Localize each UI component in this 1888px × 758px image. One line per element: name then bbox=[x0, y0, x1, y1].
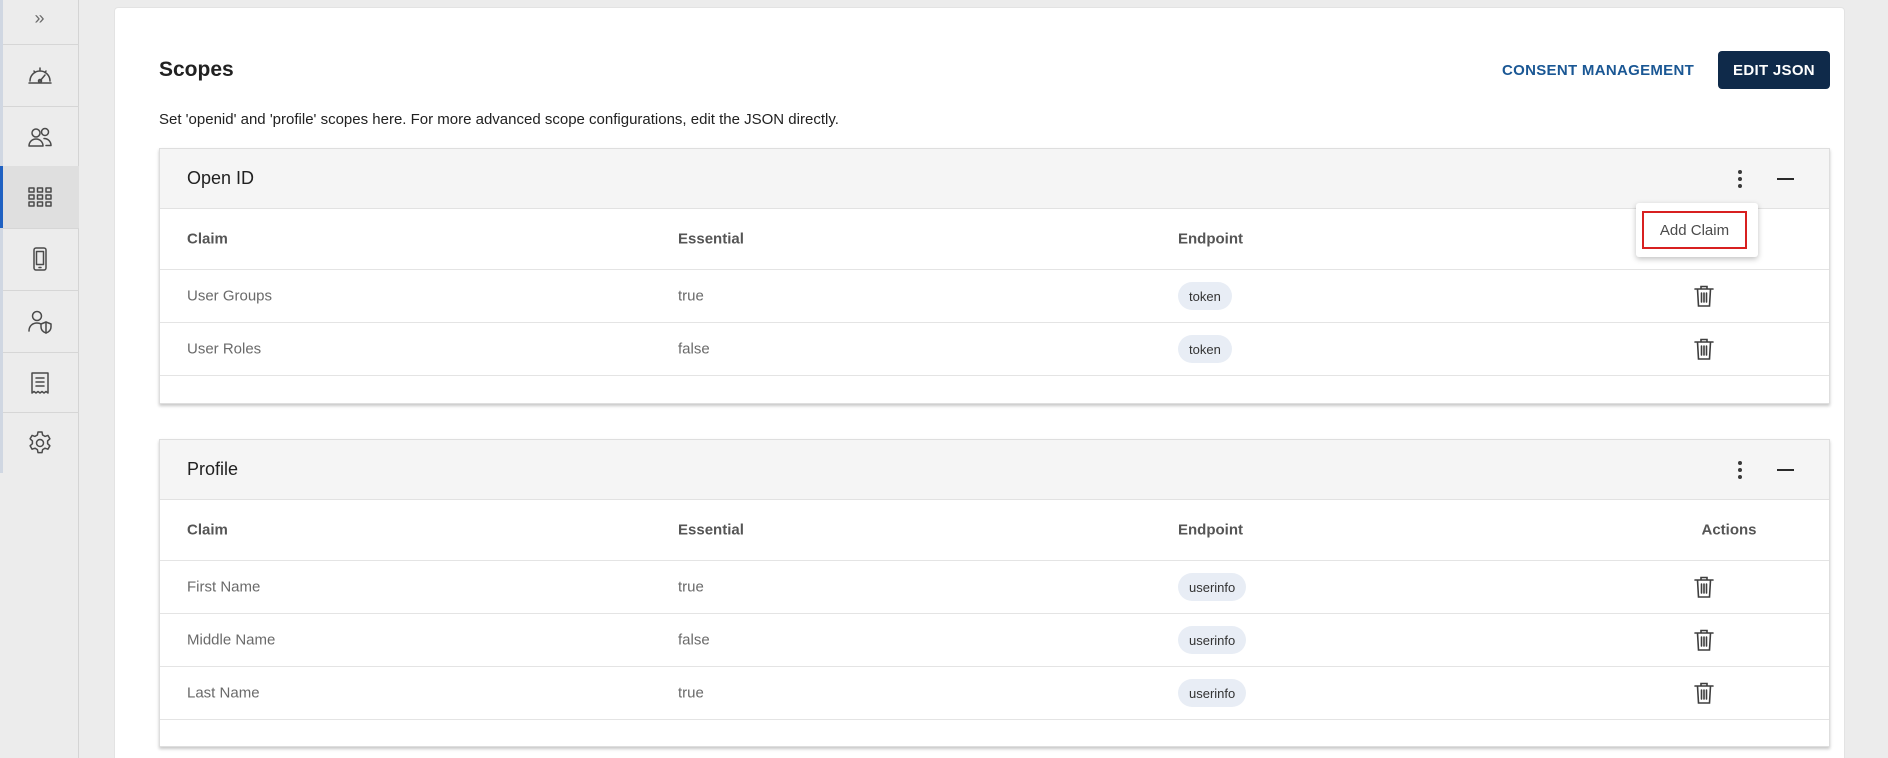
trash-icon bbox=[1694, 682, 1714, 704]
claim-essential: false bbox=[678, 340, 710, 358]
gear-icon bbox=[28, 431, 51, 454]
endpoint-chip: token bbox=[1178, 335, 1232, 363]
openid-scope-section: Open ID Claim Essential Endpoint User Gr… bbox=[159, 148, 1830, 404]
column-header-endpoint: Endpoint bbox=[1178, 521, 1243, 539]
dashboard-gauge-icon bbox=[27, 67, 52, 84]
section-header: Profile bbox=[160, 440, 1829, 500]
kebab-dot bbox=[1738, 475, 1742, 479]
openid-options-menu: Add Claim bbox=[1636, 203, 1758, 257]
delete-claim-button[interactable] bbox=[1690, 626, 1718, 654]
sidebar: » bbox=[0, 0, 79, 758]
trash-icon bbox=[1694, 576, 1714, 598]
kebab-dot bbox=[1738, 177, 1742, 181]
expand-sidebar-button[interactable]: » bbox=[0, 4, 79, 32]
table-row: User Roles false token bbox=[160, 323, 1829, 376]
section-title: Profile bbox=[187, 459, 239, 479]
user-shield-icon bbox=[27, 310, 52, 334]
collapse-section-button[interactable] bbox=[1770, 165, 1800, 193]
trash-icon bbox=[1694, 629, 1714, 651]
users-icon bbox=[27, 127, 52, 147]
section-header: Open ID bbox=[160, 149, 1829, 209]
claim-name: User Groups bbox=[187, 287, 273, 305]
mobile-device-icon bbox=[32, 247, 47, 271]
claim-essential: true bbox=[678, 578, 704, 596]
kebab-dot bbox=[1738, 170, 1742, 174]
consent-management-button[interactable]: CONSENT MANAGEMENT bbox=[1494, 58, 1702, 82]
column-header-claim: Claim bbox=[187, 230, 228, 248]
endpoint-chip: userinfo bbox=[1178, 573, 1247, 601]
table-header-row: Claim Essential Endpoint Actions bbox=[160, 500, 1829, 561]
delete-claim-button[interactable] bbox=[1690, 335, 1718, 363]
trash-icon bbox=[1694, 285, 1714, 307]
double-chevron-right-icon: » bbox=[34, 7, 45, 28]
page-title: Scopes bbox=[159, 58, 234, 81]
sidebar-item-devices[interactable] bbox=[0, 228, 79, 290]
endpoint-chip: token bbox=[1178, 282, 1232, 310]
claim-name: Middle Name bbox=[187, 631, 276, 649]
edit-json-button[interactable]: EDIT JSON bbox=[1718, 51, 1830, 89]
sidebar-item-dashboard[interactable] bbox=[0, 44, 79, 106]
delete-claim-button[interactable] bbox=[1690, 282, 1718, 310]
minus-icon bbox=[1776, 469, 1794, 471]
kebab-dot bbox=[1738, 184, 1742, 188]
kebab-dot bbox=[1738, 461, 1742, 465]
trash-icon bbox=[1694, 338, 1714, 360]
table-header-row: Claim Essential Endpoint bbox=[160, 209, 1829, 270]
endpoint-chip: userinfo bbox=[1178, 626, 1247, 654]
sidebar-item-users[interactable] bbox=[0, 106, 79, 168]
receipt-log-icon bbox=[30, 372, 49, 394]
scopes-description: Set 'openid' and 'profile' scopes here. … bbox=[159, 111, 839, 128]
more-options-button[interactable] bbox=[1728, 165, 1752, 193]
section-title: Open ID bbox=[187, 168, 255, 188]
column-header-essential: Essential bbox=[678, 521, 744, 539]
sidebar-item-audit[interactable] bbox=[0, 352, 79, 414]
claim-essential: true bbox=[678, 287, 704, 305]
more-options-button[interactable] bbox=[1728, 456, 1752, 484]
sidebar-item-applications[interactable] bbox=[0, 166, 79, 228]
table-row: User Groups true token bbox=[160, 270, 1829, 323]
claim-name: User Roles bbox=[187, 340, 262, 358]
sidebar-item-security[interactable] bbox=[0, 290, 79, 352]
table-row: Last Name true userinfo bbox=[160, 667, 1829, 720]
add-claim-menu-item[interactable]: Add Claim bbox=[1642, 211, 1747, 249]
column-header-actions: Actions bbox=[1701, 521, 1757, 539]
apps-grid-icon bbox=[27, 187, 52, 207]
endpoint-chip: userinfo bbox=[1178, 679, 1247, 707]
column-header-endpoint: Endpoint bbox=[1178, 230, 1243, 248]
profile-scope-section: Profile Claim Essential Endpoint Actions… bbox=[159, 439, 1830, 747]
column-header-claim: Claim bbox=[187, 521, 228, 539]
claim-name: First Name bbox=[187, 578, 261, 596]
collapse-section-button[interactable] bbox=[1770, 456, 1800, 484]
delete-claim-button[interactable] bbox=[1690, 679, 1718, 707]
claim-essential: true bbox=[678, 684, 704, 702]
column-header-essential: Essential bbox=[678, 230, 744, 248]
minus-icon bbox=[1776, 178, 1794, 180]
sidebar-item-settings[interactable] bbox=[0, 412, 79, 474]
claim-essential: false bbox=[678, 631, 710, 649]
table-row: Middle Name false userinfo bbox=[160, 614, 1829, 667]
table-row: First Name true userinfo bbox=[160, 561, 1829, 614]
delete-claim-button[interactable] bbox=[1690, 573, 1718, 601]
claim-name: Last Name bbox=[187, 684, 260, 702]
kebab-dot bbox=[1738, 468, 1742, 472]
